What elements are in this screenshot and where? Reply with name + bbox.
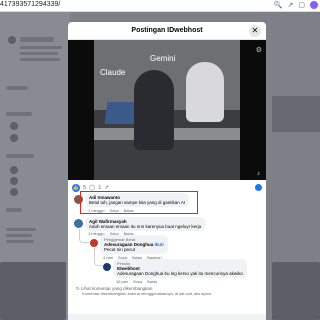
profile-icon[interactable] [310, 1, 318, 9]
media-label-gemini: Gemini [150, 54, 176, 63]
bg-placeholder [20, 52, 58, 55]
media-label-claude: Claude [100, 68, 126, 77]
tabs-icon[interactable]: ▢ [298, 1, 305, 10]
comment-time: 16 jam [116, 279, 129, 284]
search-icon[interactable]: 🔍 [274, 1, 283, 10]
url-text[interactable]: 417393571294339/ [0, 1, 60, 8]
highlight-box [80, 191, 198, 214]
photo-person-right [186, 62, 224, 122]
bg-placeholder [20, 37, 54, 42]
photo-person-left [134, 70, 174, 150]
bg-avatar [10, 166, 18, 174]
volume-icon[interactable]: ♪ [257, 171, 260, 177]
comment-bubble: Agil Wafirmasyah Aduh emaan emaan itu nn… [85, 217, 206, 231]
bg-placeholder [6, 240, 34, 243]
reply-connector [94, 248, 102, 266]
bg-placeholder [6, 86, 28, 90]
avatar[interactable] [103, 263, 111, 271]
post-video[interactable]: Claude Gemini ⚙ ♪ [68, 40, 266, 180]
bg-placeholder [6, 234, 32, 237]
comment-text: Adesuragaan Donghua bu lng kerso yak itu… [117, 271, 243, 276]
avatar[interactable] [90, 239, 98, 247]
browser-address-bar[interactable]: 417393571294339/ 🔍 ↗ ▢ [0, 0, 320, 12]
bg-right-card [272, 96, 320, 132]
reply-link[interactable]: Balas [147, 279, 157, 284]
bg-placeholder [6, 154, 34, 158]
toolbar-icons: 🔍 ↗ ▢ [274, 1, 318, 10]
bg-placeholder [6, 112, 32, 116]
comment-time: 4 hari [103, 255, 114, 260]
bg-placeholder [6, 228, 36, 231]
post-modal: Postingan IDwebhost ✕ Claude Gemini ⚙ ♪ … [68, 22, 266, 320]
avatar[interactable] [74, 219, 83, 228]
close-icon[interactable]: ✕ [249, 25, 261, 37]
comment-text: Aduh emaan emaan itu nnn karenyua buat n… [89, 224, 202, 229]
reply-bubble: Penggemar Berat Adesuragaan Donghua Ikut… [100, 235, 168, 254]
comment-text: Pecut nin pecut [104, 247, 136, 252]
like-link[interactable]: Suka [133, 279, 142, 284]
reply-bubble: Penulis IDwebhost Adesuragaan Donghua bu… [113, 259, 247, 278]
bg-avatar [10, 134, 18, 142]
bg-image-grid [0, 262, 66, 320]
bg-avatar [10, 188, 18, 196]
reaction-badge-icon [255, 184, 262, 191]
like-icon: 👍 [72, 184, 80, 192]
bg-placeholder [6, 208, 22, 212]
show-more-description: Komentar dikembangkan karena menggunakan… [82, 291, 213, 296]
bg-avatar [10, 122, 18, 130]
share-icon[interactable]: ↗ [288, 1, 294, 10]
gear-icon[interactable]: ⚙ [256, 46, 262, 54]
modal-header: Postingan IDwebhost ✕ [68, 22, 266, 40]
bg-placeholder [20, 58, 60, 61]
follow-link[interactable]: Ikuti [155, 242, 164, 247]
comment-composer[interactable] [68, 314, 266, 320]
modal-title: Postingan IDwebhost [131, 27, 203, 34]
bg-placeholder [20, 46, 62, 49]
bg-avatar [8, 36, 16, 44]
expand-icon: ↻ [76, 286, 80, 291]
reply-connector [79, 229, 89, 243]
bg-right-image [272, 262, 320, 320]
comment-meta: 16 jam Suka Balas [116, 279, 157, 284]
bg-avatar [10, 177, 18, 185]
